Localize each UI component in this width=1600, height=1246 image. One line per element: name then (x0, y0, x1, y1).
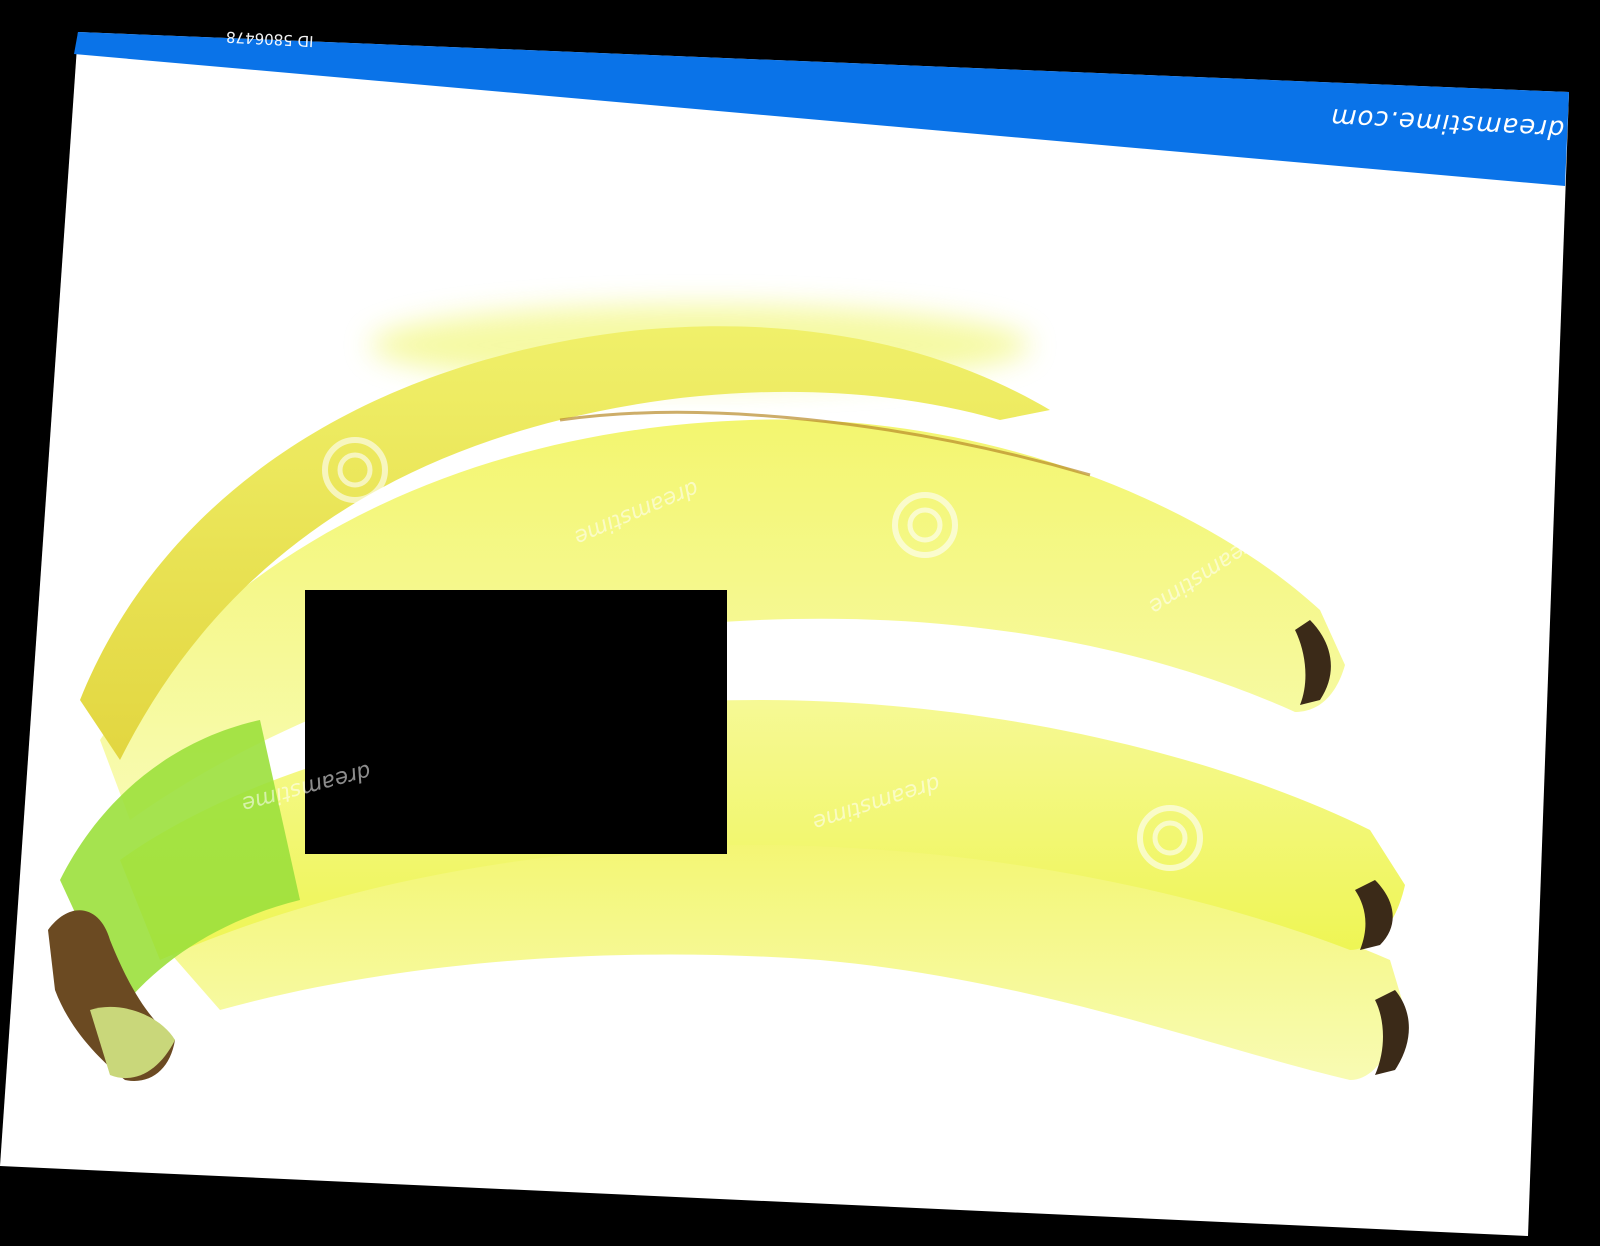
redaction-box (305, 590, 727, 854)
banana-photo (0, 32, 1569, 1236)
photo-canvas: dreamstime.com ID 5806478 dreamstime dre… (0, 0, 1600, 1246)
